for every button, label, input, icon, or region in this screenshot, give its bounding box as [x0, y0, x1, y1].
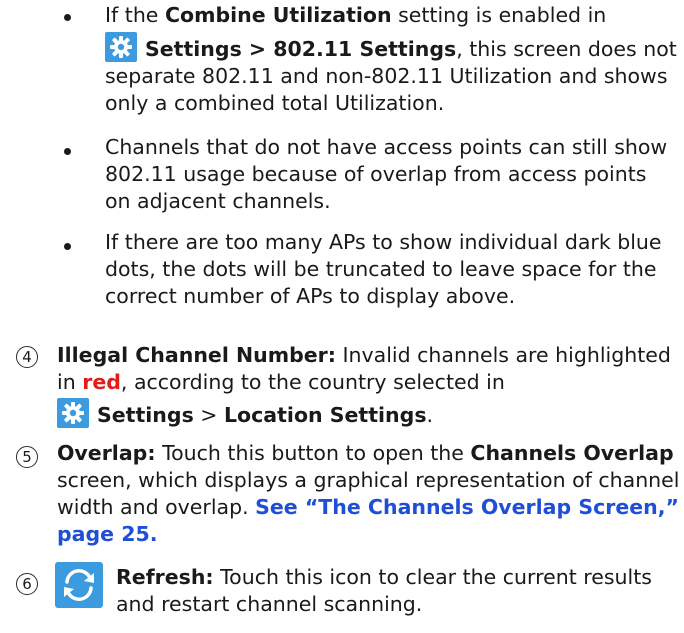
gear-icon	[105, 32, 137, 62]
item-overlap: Overlap: Touch this button to open the C…	[57, 441, 680, 546]
bullet-3: If there are too many APs to show indivi…	[105, 230, 662, 308]
step-number-4: 4	[16, 346, 38, 368]
bullet-1: If the Combine Utilization setting is en…	[105, 3, 677, 115]
bullet-dot	[64, 148, 71, 155]
step-number-6: 6	[16, 573, 38, 595]
item-refresh: Refresh: Touch this icon to clear the cu…	[116, 565, 652, 616]
bullet-dot	[64, 14, 71, 21]
refresh-icon	[55, 562, 103, 608]
step-number-5: 5	[16, 446, 38, 468]
bullet-dot	[64, 243, 71, 250]
bullet-2: Channels that do not have access points …	[105, 135, 668, 213]
item-illegal-channel-number: Illegal Channel Number: Invalid channels…	[57, 343, 671, 428]
gear-icon	[57, 398, 89, 428]
